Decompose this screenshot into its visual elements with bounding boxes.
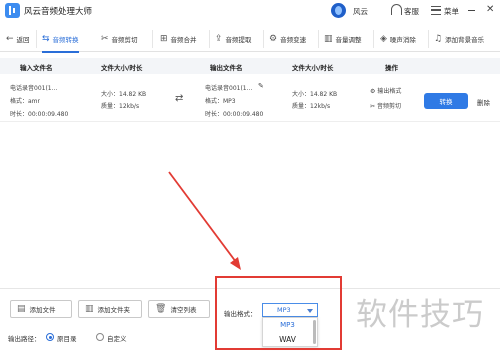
radio-original-dir-label[interactable]: 原目录 [57, 333, 77, 343]
column-actions: 操作 [385, 64, 398, 72]
add-folder-button[interactable]: ▥ 添加文件夹 [78, 300, 142, 318]
function-toolbar: ← 返回 ⇆ 音频转换 ✂ 音频剪切 ⊞ 音频合并 ⇪ 音频提取 ⚙ 音频变速 … [0, 26, 500, 53]
toolbar-divider [209, 30, 210, 48]
tab-volume-adjust[interactable]: ▥ 音量调整 [324, 26, 362, 52]
toolbar-divider [428, 30, 429, 48]
annotation-highlight-box [215, 276, 342, 350]
trash-icon: 🗑 [155, 304, 167, 314]
minimize-button[interactable] [468, 10, 475, 12]
add-file-button[interactable]: ▤ 添加文件 [10, 300, 72, 318]
folder-icon: ▥ [85, 304, 94, 314]
tab-noise-removal[interactable]: ◈ 噪声消除 [380, 26, 416, 52]
audio-cut-link[interactable]: ✂ 音频剪切 [370, 101, 401, 110]
headset-icon[interactable] [391, 4, 402, 15]
input-size: 大小：14.82 KB [101, 91, 147, 98]
toolbar-divider [318, 30, 319, 48]
edit-pencil-icon[interactable]: ✎ [258, 82, 264, 90]
column-output-name: 输出文件名 [210, 64, 243, 72]
tab-audio-extract[interactable]: ⇪ 音频提取 [215, 26, 252, 52]
title-bar: 风云音频处理大师 风云 客服 菜单 ✕ [0, 0, 500, 22]
settings-icon: ⚙ [370, 88, 376, 95]
convert-button[interactable]: 转换 [424, 93, 468, 109]
tab-audio-convert[interactable]: ⇆ 音频转换 [42, 26, 79, 53]
back-arrow-icon: ← [6, 33, 14, 44]
table-header: 输入文件名 文件大小/时长 输出文件名 文件大小/时长 操作 [0, 58, 500, 74]
menu-link[interactable]: 菜单 [444, 6, 459, 17]
output-size: 大小：14.82 KB [292, 91, 338, 98]
output-path-label: 输出路径： [8, 335, 41, 343]
merge-icon: ⊞ [160, 33, 168, 44]
user-name[interactable]: 风云 [353, 6, 368, 17]
output-file-name[interactable]: 电话录音001(1... [205, 83, 252, 92]
customer-service-link[interactable]: 客服 [404, 6, 419, 17]
tab-audio-cut[interactable]: ✂ 音频剪切 [101, 26, 138, 52]
tab-add-bgm[interactable]: ♫ 添加背景音乐 [434, 26, 484, 52]
column-input-name: 输入文件名 [20, 64, 53, 72]
output-quality: 质量：12kb/s [292, 103, 331, 110]
radio-custom-dir-label[interactable]: 自定义 [107, 333, 127, 343]
input-quality: 质量：12kb/s [101, 103, 140, 110]
output-format-link[interactable]: ⚙ 输出格式 [370, 86, 401, 95]
scissors-icon: ✂ [370, 103, 376, 110]
output-format: 格式：MP3 [205, 98, 236, 105]
watermark-text: 软件技巧 [356, 297, 484, 333]
toolbar-divider [36, 30, 37, 48]
column-output-size: 文件大小/时长 [292, 64, 334, 72]
tab-audio-merge[interactable]: ⊞ 音频合并 [160, 26, 197, 52]
cut-icon: ✂ [101, 33, 109, 44]
menu-icon[interactable] [431, 6, 441, 15]
delete-link[interactable]: 删除 [477, 97, 490, 107]
radio-custom-dir[interactable] [96, 333, 104, 341]
input-file-name: 电话录音001(1... [10, 85, 58, 92]
shuffle-arrow-icon: ⇄ [175, 93, 184, 104]
add-file-icon: ▤ [17, 304, 26, 314]
toolbar-divider [152, 30, 153, 48]
user-avatar[interactable] [331, 3, 346, 18]
radio-original-dir[interactable] [46, 333, 54, 341]
toolbar-divider [263, 30, 264, 48]
convert-icon: ⇆ [42, 33, 50, 44]
tab-audio-speed[interactable]: ⚙ 音频变速 [269, 26, 306, 52]
column-input-size: 文件大小/时长 [101, 64, 143, 72]
input-format: 格式：amr [10, 98, 40, 105]
extract-icon: ⇪ [215, 33, 223, 44]
toolbar-divider [373, 30, 374, 48]
app-title: 风云音频处理大师 [24, 7, 93, 17]
clear-list-button[interactable]: 🗑 清空列表 [148, 300, 210, 318]
volume-icon: ▥ [324, 33, 333, 44]
input-duration: 时长：00:00:09.480 [10, 111, 69, 118]
noise-icon: ◈ [380, 33, 387, 44]
music-icon: ♫ [434, 33, 443, 44]
speed-icon: ⚙ [269, 33, 278, 44]
back-button[interactable]: ← 返回 [6, 26, 30, 52]
output-duration: 时长：00:00:09.480 [205, 111, 264, 118]
app-logo-icon [5, 3, 20, 18]
close-button[interactable]: ✕ [486, 5, 494, 15]
